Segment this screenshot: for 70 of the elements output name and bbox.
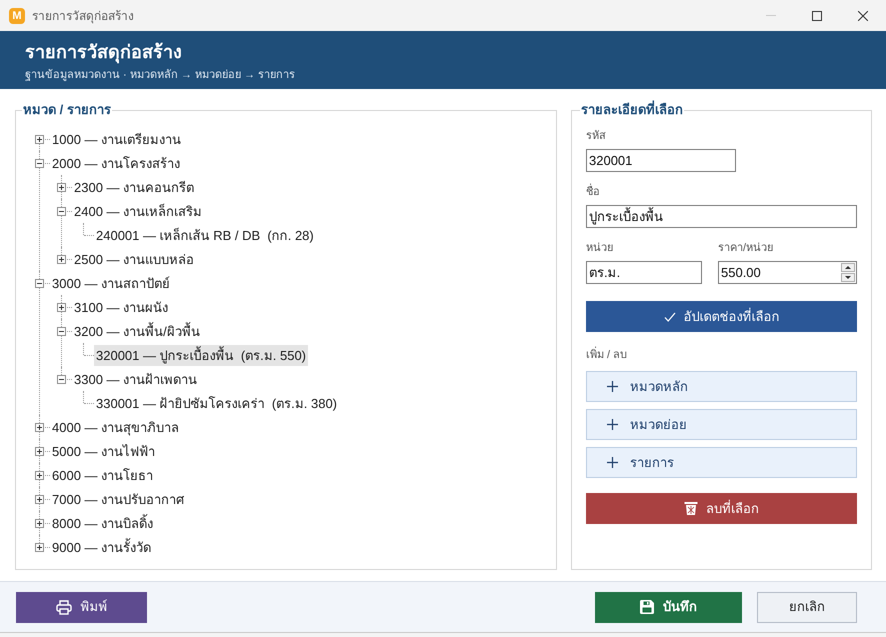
- down-arrow-icon: [845, 276, 851, 279]
- section-label: เพิ่ม / ลบ: [586, 347, 857, 363]
- collapse-icon[interactable]: [57, 375, 66, 384]
- add-button[interactable]: หมวดย่อย: [586, 409, 857, 440]
- field-label: ราคา/หน่วย: [718, 241, 774, 256]
- tree-item[interactable]: 330001 — ฝ้ายิปซัมโครงเคร่า (ตร.ม. 380): [94, 393, 340, 414]
- collapse-icon[interactable]: [35, 159, 44, 168]
- increment-button[interactable]: [841, 263, 855, 272]
- code-field[interactable]: 320001: [586, 149, 736, 172]
- tree-category[interactable]: 1000 — งานเตรียมงาน: [50, 129, 184, 150]
- collapse-icon[interactable]: [57, 327, 66, 336]
- print-button[interactable]: พิมพ์: [16, 592, 147, 622]
- tree-category[interactable]: 2400 — งานเหล็กเสริม: [72, 201, 204, 222]
- expand-icon[interactable]: [57, 183, 66, 192]
- tree-category[interactable]: 7000 — งานปรับอากาศ: [50, 489, 186, 510]
- tree-category[interactable]: 3200 — งานพื้น/ผิวพื้น: [72, 321, 202, 342]
- tree-category[interactable]: 3100 — งานผนัง: [72, 297, 170, 318]
- unit-field[interactable]: ตร.ม.: [586, 261, 702, 284]
- page-subtitle: ฐานข้อมูลหมวดงาน · หมวดหลัก → หมวดย่อย → รายการ: [25, 68, 296, 83]
- tree-item[interactable]: 320001 — ปูกระเบื้องพื้น (ตร.ม. 550): [94, 345, 308, 366]
- tree-category[interactable]: 4000 — งานสุขาภิบาล: [50, 417, 182, 438]
- save-button[interactable]: บันทึก: [595, 592, 742, 622]
- expand-icon[interactable]: [35, 423, 44, 432]
- check-icon: [664, 312, 676, 322]
- plus-icon: [607, 381, 618, 392]
- window-title: รายการวัสดุก่อสร้าง: [32, 8, 134, 24]
- collapse-icon[interactable]: [35, 279, 44, 288]
- add-button[interactable]: รายการ: [586, 447, 857, 478]
- expand-icon[interactable]: [57, 303, 66, 312]
- delete-button[interactable]: ลบที่เลือก: [586, 493, 857, 524]
- expand-icon[interactable]: [57, 255, 66, 264]
- panel-legend: รายละเอียดที่เลือก: [580, 101, 684, 119]
- decrement-button[interactable]: [841, 273, 855, 282]
- field-label: รหัส: [586, 129, 607, 144]
- collapse-icon[interactable]: [57, 207, 66, 216]
- save-icon: [640, 600, 654, 614]
- trash-icon: [684, 501, 698, 516]
- expand-icon[interactable]: [35, 543, 44, 552]
- page-title: รายการวัสดุก่อสร้าง: [25, 41, 183, 64]
- printer-icon: [56, 600, 72, 614]
- tree-category[interactable]: 6000 — งานโยธา: [50, 465, 156, 486]
- plus-icon: [607, 457, 618, 468]
- tree-category[interactable]: 8000 — งานบิลดิ้ง: [50, 513, 156, 534]
- up-arrow-icon: [845, 266, 851, 269]
- close-icon: [858, 10, 868, 20]
- app-logo: M: [9, 8, 25, 24]
- tree-category[interactable]: 9000 — งานรั้งวัด: [50, 537, 154, 558]
- expand-icon[interactable]: [35, 447, 44, 456]
- tree-category[interactable]: 3300 — งานฝ้าเพดาน: [72, 369, 200, 390]
- minimize-icon: [766, 15, 776, 16]
- tree-category[interactable]: 2300 — งานคอนกรีต: [72, 177, 196, 198]
- plus-icon: [607, 419, 618, 430]
- tree-category[interactable]: 5000 — งานไฟฟ้า: [50, 441, 158, 462]
- tree-item[interactable]: 240001 — เหล็กเส้น RB / DB (กก. 28): [94, 225, 316, 246]
- expand-icon[interactable]: [35, 135, 44, 144]
- expand-icon[interactable]: [35, 519, 44, 528]
- update-button[interactable]: อัปเดตช่องที่เลือก: [586, 301, 857, 332]
- tree-category[interactable]: 3000 — งานสถาปัตย์: [50, 273, 172, 294]
- field-label: ชื่อ: [586, 184, 857, 200]
- panel-legend: หมวด / รายการ: [22, 101, 112, 119]
- expand-icon[interactable]: [35, 471, 44, 480]
- cancel-button[interactable]: ยกเลิก: [757, 592, 857, 622]
- tree-category[interactable]: 2000 — งานโครงสร้าง: [50, 153, 182, 174]
- tree-category[interactable]: 2500 — งานแบบหล่อ: [72, 249, 196, 270]
- name-field[interactable]: ปูกระเบื้องพื้น: [586, 205, 857, 228]
- field-label: หน่วย: [586, 241, 614, 256]
- expand-icon[interactable]: [35, 495, 44, 504]
- add-button[interactable]: หมวดหลัก: [586, 371, 857, 402]
- price-field[interactable]: 550.00: [718, 261, 857, 284]
- maximize-icon: [812, 10, 822, 20]
